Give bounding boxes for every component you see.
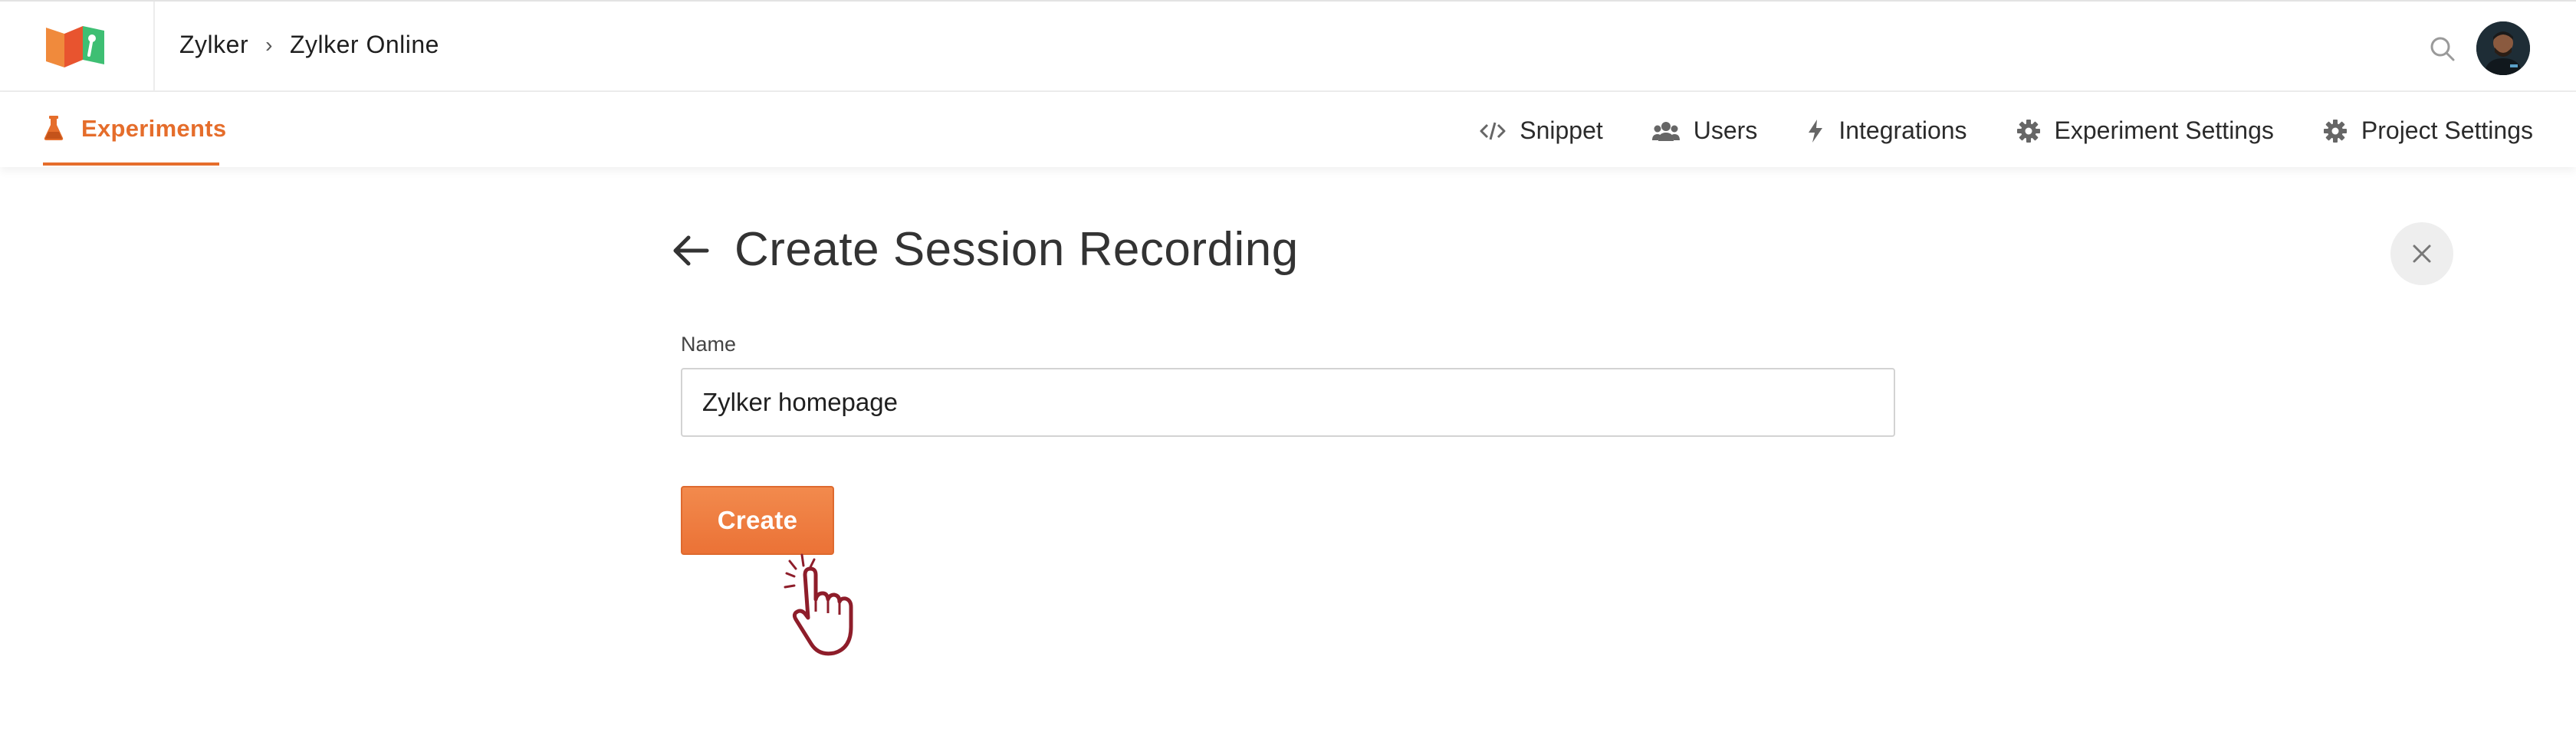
nav-users[interactable]: Users [1651,117,1758,145]
code-icon [1480,122,1506,139]
user-avatar[interactable] [2476,21,2530,75]
lightning-icon [1809,119,1823,143]
flask-icon [44,116,64,140]
breadcrumb-separator: › [265,32,273,57]
nav-project-settings-label: Project Settings [2361,117,2533,144]
nav-snippet-label: Snippet [1520,117,1603,144]
pointer-hand-icon [784,553,853,656]
app-logo[interactable] [43,20,109,74]
breadcrumb: Zylker › Zylker Online [179,31,439,59]
nav-experiment-settings[interactable]: Experiment Settings [2016,117,2274,145]
back-arrow-icon[interactable] [670,230,711,271]
close-icon [2413,245,2431,263]
project-nav: Experiments Snippet Users Integrations E… [0,92,2576,167]
breadcrumb-organization[interactable]: Zylker [179,31,248,59]
create-button[interactable]: Create [681,486,834,555]
avatar-image [2476,21,2530,75]
gear-icon [2323,119,2347,143]
close-button[interactable] [2390,222,2453,285]
nav-integrations[interactable]: Integrations [1806,117,1967,145]
page-title: Create Session Recording [734,223,1299,276]
breadcrumb-project[interactable]: Zylker Online [290,31,439,59]
gear-icon [2016,119,2040,143]
nav-experiments[interactable]: Experiments [43,115,226,167]
users-icon [1651,121,1680,141]
active-tab-indicator [43,162,219,166]
nav-users-label: Users [1693,117,1758,144]
nav-integrations-label: Integrations [1838,117,1967,144]
name-input[interactable] [681,368,1895,437]
logo-divider [153,2,155,92]
nav-experiments-label: Experiments [81,115,227,142]
top-bar: Zylker › Zylker Online [0,0,2576,92]
nav-right-group: Snippet Users Integrations Experiment Se… [1480,117,2533,145]
search-icon[interactable] [2427,34,2458,64]
nav-snippet[interactable]: Snippet [1480,117,1603,145]
nav-project-settings[interactable]: Project Settings [2323,117,2533,145]
nav-experiment-settings-label: Experiment Settings [2054,117,2274,144]
name-field-label: Name [681,333,737,356]
